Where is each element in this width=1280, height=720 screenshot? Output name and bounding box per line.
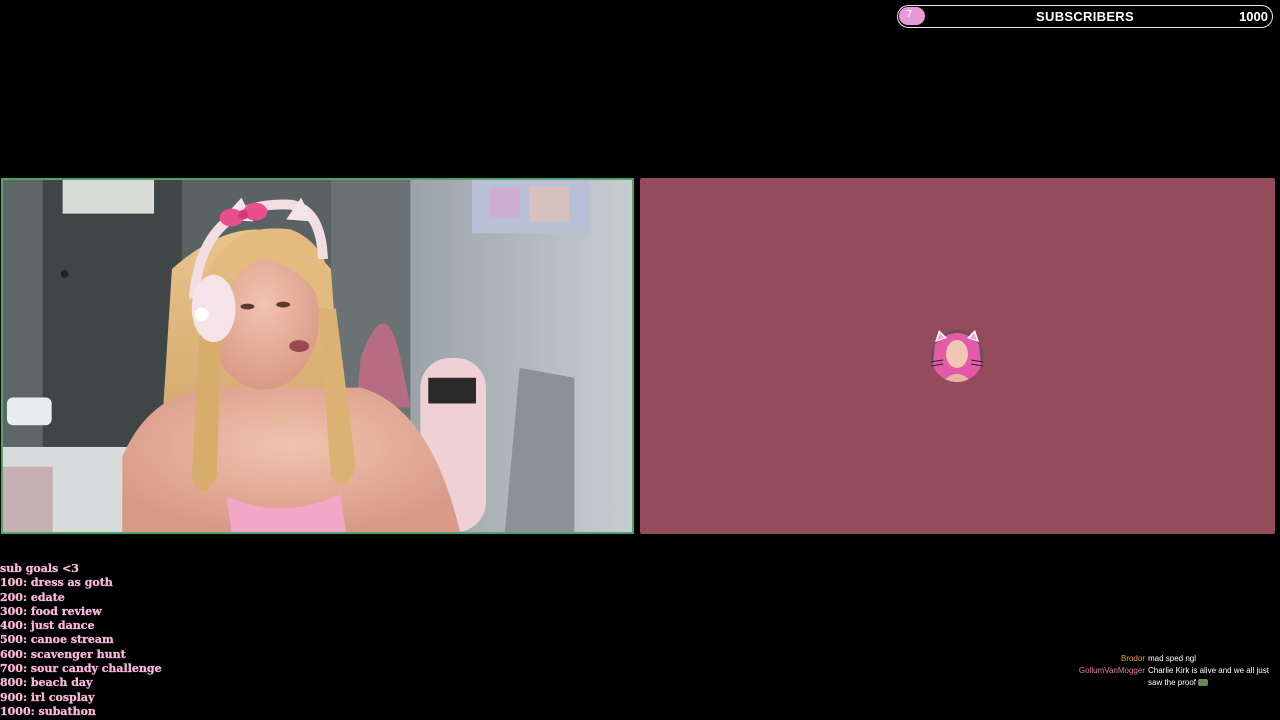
sub-goals-title: sub goals <3 xyxy=(0,562,79,575)
chat-overlay: Brodor mad sped ngl GollumVanMogger Charlie… xyxy=(1060,653,1275,689)
chat-message-body: Charlie Kirk is alive and we all just sa… xyxy=(1148,666,1269,687)
emote-icon xyxy=(1198,679,1209,687)
chat-username[interactable]: Brodor xyxy=(1060,653,1148,665)
sub-goal-item: 600: scavenger hunt xyxy=(0,647,126,661)
sub-goal-item: 1000: subathon xyxy=(0,704,96,718)
chat-message-text: mad sped ngl xyxy=(1148,653,1275,665)
sub-goal-item: 300: food review xyxy=(0,604,102,618)
avatar xyxy=(930,330,984,382)
webcam-image xyxy=(3,180,632,532)
webcam-feed xyxy=(1,178,634,534)
subscriber-goal-bar: 7 SUBSCRIBERS 1000 xyxy=(897,5,1273,28)
sub-goal-item: 100: dress as goth xyxy=(0,576,113,590)
sub-goals-list: sub goals <3 100: dress as goth 200: edat… xyxy=(0,562,260,719)
chat-message: Brodor mad sped ngl xyxy=(1060,653,1275,665)
chat-username[interactable]: GollumVanMogger xyxy=(1060,665,1148,677)
chat-message-body: mad sped ngl xyxy=(1148,654,1197,663)
subscriber-label: SUBSCRIBERS xyxy=(1036,9,1134,24)
chat-message-text: Charlie Kirk is alive and we all just sa… xyxy=(1148,665,1275,689)
subscriber-goal-count: 1000 xyxy=(1239,9,1268,24)
sub-goal-item: 200: edate xyxy=(0,590,65,604)
sub-goal-item: 800: beach day xyxy=(0,676,93,690)
call-panel xyxy=(640,178,1275,534)
sub-goal-item: 900: irl cosplay xyxy=(0,690,95,704)
sub-goal-item: 700: sour candy challenge xyxy=(0,662,162,676)
stream-overlay: 7 SUBSCRIBERS 1000 sub goals <3 100: dre… xyxy=(0,0,1280,720)
chat-message: GollumVanMogger Charlie Kirk is alive and… xyxy=(1060,665,1275,689)
sub-goal-item: 500: canoe stream xyxy=(0,633,114,647)
sub-goal-item: 400: just dance xyxy=(0,619,95,633)
